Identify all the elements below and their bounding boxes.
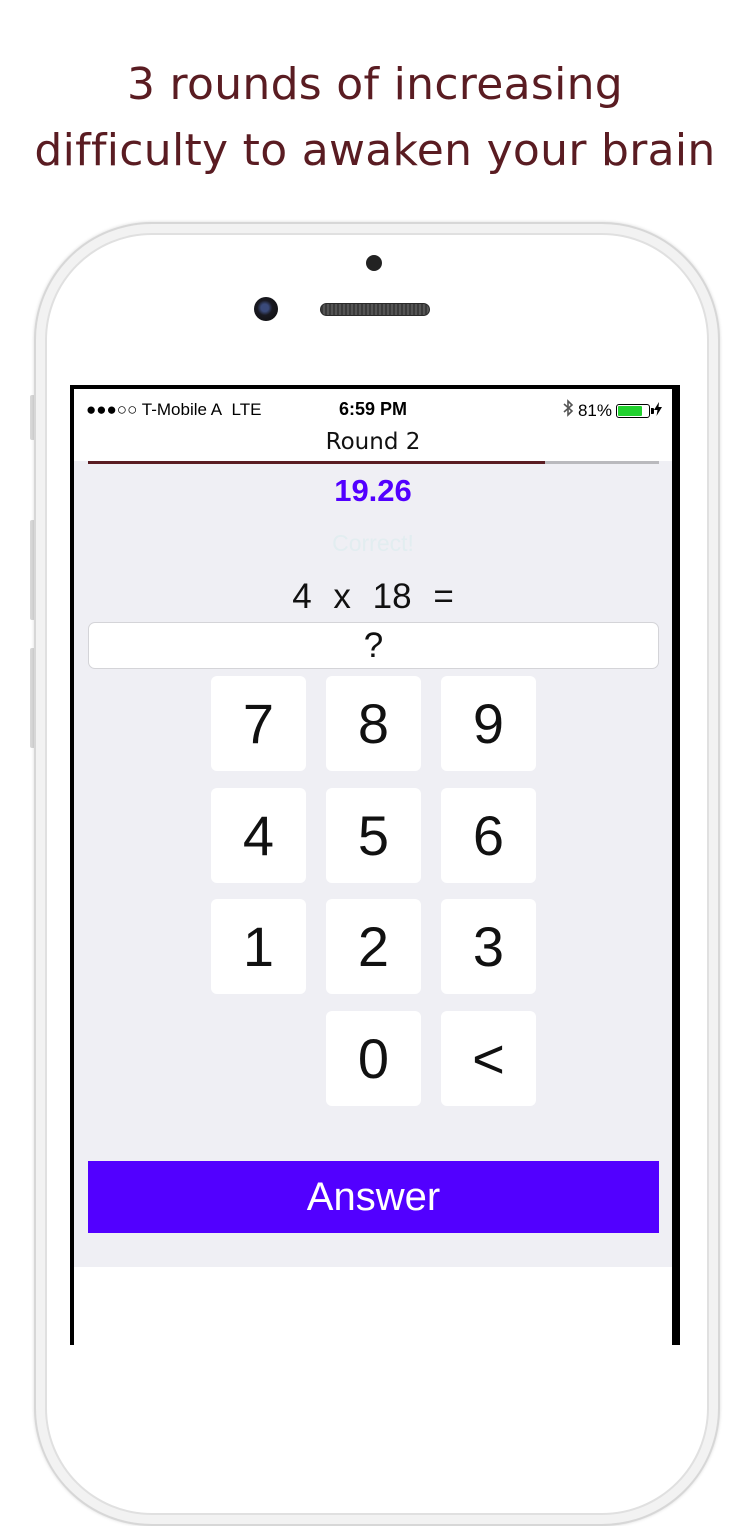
backspace-key[interactable]: < bbox=[441, 1011, 536, 1106]
battery-percent: 81% bbox=[577, 400, 612, 420]
status-right: 81% bbox=[562, 399, 662, 422]
nav-bar: Round 2 bbox=[74, 427, 672, 461]
phone-screen: ●●●○○ T-Mobile A LTE 6:59 PM 81% Round 2… bbox=[70, 385, 680, 1349]
key-8[interactable]: 8 bbox=[326, 676, 421, 771]
battery-cap bbox=[651, 407, 654, 414]
promo-headline: 3 rounds of increasing difficulty to awa… bbox=[0, 52, 750, 184]
math-question: 4 x 18 = bbox=[74, 577, 672, 617]
operator: x bbox=[333, 577, 351, 616]
answer-input[interactable]: ? bbox=[88, 622, 659, 669]
bluetooth-icon bbox=[562, 399, 574, 422]
operand-b: 18 bbox=[372, 577, 412, 616]
round-progress-bar bbox=[88, 461, 659, 464]
key-0[interactable]: 0 bbox=[326, 1011, 421, 1106]
key-3[interactable]: 3 bbox=[441, 899, 536, 994]
front-camera-icon bbox=[254, 297, 278, 321]
round-title: Round 2 bbox=[325, 429, 421, 455]
round-progress-fill bbox=[88, 461, 545, 464]
key-4[interactable]: 4 bbox=[211, 788, 306, 883]
app-screen: ●●●○○ T-Mobile A LTE 6:59 PM 81% Round 2… bbox=[74, 389, 672, 1349]
headline-line-2: difficulty to awaken your brain bbox=[34, 125, 716, 176]
key-7[interactable]: 7 bbox=[211, 676, 306, 771]
key-2[interactable]: 2 bbox=[326, 899, 421, 994]
timer: 19.26 bbox=[334, 473, 412, 508]
key-5[interactable]: 5 bbox=[326, 788, 421, 883]
headline-line-1: 3 rounds of increasing bbox=[126, 59, 624, 110]
operand-a: 4 bbox=[292, 577, 312, 616]
earpiece-speaker bbox=[320, 303, 430, 316]
proximity-sensor bbox=[366, 255, 382, 271]
status-bar: ●●●○○ T-Mobile A LTE 6:59 PM 81% bbox=[74, 389, 672, 427]
key-1[interactable]: 1 bbox=[211, 899, 306, 994]
battery-level bbox=[618, 405, 643, 416]
answer-button[interactable]: Answer bbox=[88, 1161, 659, 1233]
bottom-area bbox=[74, 1267, 672, 1349]
equals-sign: = bbox=[433, 577, 454, 616]
battery-icon bbox=[616, 403, 654, 418]
key-9[interactable]: 9 bbox=[441, 676, 536, 771]
charging-bolt-icon bbox=[654, 402, 662, 419]
feedback-text: Correct! bbox=[332, 530, 414, 556]
key-6[interactable]: 6 bbox=[441, 788, 536, 883]
